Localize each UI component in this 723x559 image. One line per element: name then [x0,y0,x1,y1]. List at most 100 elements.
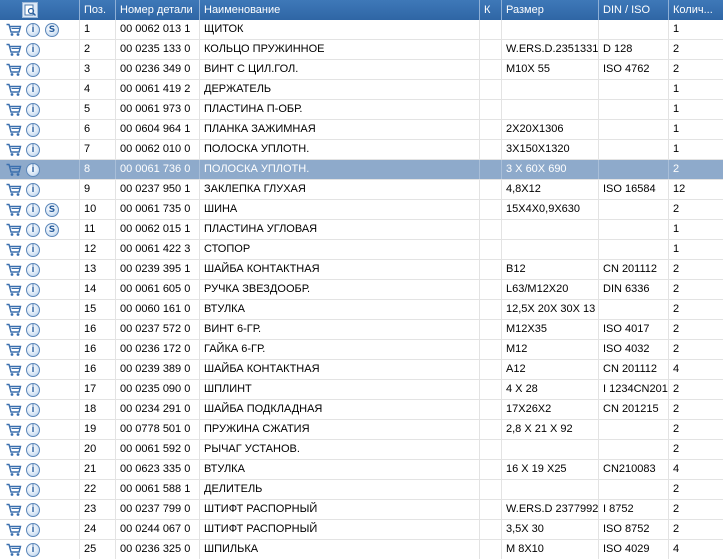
info-icon[interactable]: i [25,262,41,278]
s-icon[interactable]: S [44,222,60,238]
name-cell: ШАЙБА КОНТАКТНАЯ [200,360,480,379]
table-row[interactable]: i 6 00 0604 964 1 ПЛАНКА ЗАЖИМНАЯ 2X20X1306 1 [0,120,723,140]
info-icon[interactable]: i [25,122,41,138]
header-din-iso[interactable]: DIN / ISO [599,0,669,20]
cart-icon[interactable] [6,243,22,259]
cart-icon[interactable] [6,443,22,459]
table-row[interactable]: i 19 00 0778 501 0 ПРУЖИНА СЖАТИЯ 2,8 X 21 X… [0,420,723,440]
table-row[interactable]: i 23 00 0237 799 0 ШТИФТ РАСПОРНЫЙ W.ERS.D 2… [0,500,723,520]
cart-icon[interactable] [6,183,22,199]
info-icon[interactable]: i [25,302,41,318]
cart-icon[interactable] [6,43,22,59]
info-icon[interactable]: i [25,442,41,458]
info-icon[interactable]: i [25,42,41,58]
table-row[interactable]: i 7 00 0062 010 0 ПОЛОСКА УПЛОТН. 3X150X1320… [0,140,723,160]
info-icon[interactable]: i [25,82,41,98]
table-row[interactable]: i 17 00 0235 090 0 ШПЛИНТ 4 X 28 I 1234CN2013… [0,380,723,400]
info-icon[interactable]: i [25,502,41,518]
table-row[interactable]: i 9 00 0237 950 1 ЗАКЛЕПКА ГЛУХАЯ 4,8X12 ISO … [0,180,723,200]
table-row[interactable]: i 20 00 0061 592 0 РЫЧАГ УСТАНОВ. 2 [0,440,723,460]
info-icon[interactable]: i [25,202,41,218]
cart-icon[interactable] [6,283,22,299]
cart-icon[interactable] [6,363,22,379]
header-size[interactable]: Размер [502,0,599,20]
cart-icon[interactable] [6,143,22,159]
info-icon[interactable]: i [25,222,41,238]
cart-icon[interactable] [6,403,22,419]
k-cell [480,240,502,259]
cart-icon[interactable] [6,263,22,279]
table-row[interactable]: i 12 00 0061 422 3 СТОПОР 1 [0,240,723,260]
table-row[interactable]: i S 11 00 0062 015 1 ПЛАСТИНА УГЛОВАЯ 1 [0,220,723,240]
table-row[interactable]: i 16 00 0237 572 0 ВИНТ 6-ГР. M12X35 ISO 4017… [0,320,723,340]
cart-icon[interactable] [6,163,22,179]
cart-icon[interactable] [6,103,22,119]
table-row[interactable]: i 5 00 0061 973 0 ПЛАСТИНА П-ОБР. 1 [0,100,723,120]
table-row[interactable]: i 3 00 0236 349 0 ВИНТ С ЦИЛ.ГОЛ. M10X 55 ISO… [0,60,723,80]
cart-icon[interactable] [6,523,22,539]
cart-icon[interactable] [6,543,22,559]
quantity-cell: 1 [673,223,680,235]
info-icon[interactable]: i [25,362,41,378]
info-icon[interactable]: i [25,322,41,338]
name-cell: ДЕРЖАТЕЛЬ [200,80,480,99]
cart-icon[interactable] [6,63,22,79]
info-icon[interactable]: i [25,182,41,198]
cart-icon[interactable] [6,423,22,439]
cart-icon[interactable] [6,503,22,519]
header-quantity[interactable]: Колич... [669,0,723,20]
header-part-number[interactable]: Номер детали [116,0,200,20]
s-icon[interactable]: S [44,22,60,38]
document-search-icon[interactable] [22,2,38,18]
info-icon[interactable]: i [25,342,41,358]
table-row[interactable]: i 25 00 0236 325 0 ШПИЛЬКА M 8X10 ISO 4029 4 [0,540,723,559]
header-icons-column[interactable] [0,0,80,20]
table-row[interactable]: i 4 00 0061 419 2 ДЕРЖАТЕЛЬ 1 [0,80,723,100]
info-icon[interactable]: i [25,242,41,258]
info-icon[interactable]: i [25,142,41,158]
header-pos[interactable]: Поз. [80,0,116,20]
info-icon[interactable]: i [25,482,41,498]
cart-icon[interactable] [6,23,22,39]
cart-icon[interactable] [6,123,22,139]
info-icon[interactable]: i [25,402,41,418]
cart-icon[interactable] [6,483,22,499]
header-name[interactable]: Наименование [200,0,480,20]
s-icon[interactable]: S [44,202,60,218]
table-row[interactable]: i 15 00 0060 161 0 ВТУЛКА 12,5X 20X 30X 13 2 [0,300,723,320]
info-icon[interactable]: i [25,162,41,178]
table-row[interactable]: i S 10 00 0061 735 0 ШИНА 15X4X0,9X630 2 [0,200,723,220]
info-icon[interactable]: i [25,382,41,398]
info-icon[interactable]: i [25,522,41,538]
info-icon[interactable]: i [25,282,41,298]
cart-icon[interactable] [6,303,22,319]
quantity-cell: 4 [673,363,680,375]
table-row[interactable]: i 21 00 0623 335 0 ВТУЛКА 16 X 19 X25 CN21008… [0,460,723,480]
cart-icon[interactable] [6,223,22,239]
info-icon[interactable]: i [25,462,41,478]
info-icon[interactable]: i [25,422,41,438]
table-row[interactable]: i S 1 00 0062 013 1 ЩИТОК 1 [0,20,723,40]
table-row[interactable]: i 8 00 0061 736 0 ПОЛОСКА УПЛОТН. 3 X 60X 69… [0,160,723,180]
table-row[interactable]: i 13 00 0239 395 1 ШАЙБА КОНТАКТНАЯ B12 CN 20… [0,260,723,280]
table-row[interactable]: i 24 00 0244 067 0 ШТИФТ РАСПОРНЫЙ 3,5X 30 IS… [0,520,723,540]
cart-icon[interactable] [6,343,22,359]
cart-icon[interactable] [6,83,22,99]
cart-icon[interactable] [6,383,22,399]
info-icon[interactable]: i [25,542,41,558]
table-row[interactable]: i 16 00 0239 389 0 ШАЙБА КОНТАКТНАЯ A12 CN 20… [0,360,723,380]
cart-icon[interactable] [6,323,22,339]
quantity-cell: 2 [673,403,680,415]
cart-icon[interactable] [6,203,22,219]
table-row[interactable]: i 22 00 0061 588 1 ДЕЛИТЕЛЬ 2 [0,480,723,500]
din-iso-cell: ISO 16584 [599,180,669,199]
table-row[interactable]: i 18 00 0234 291 0 ШАЙБА ПОДКЛАДНАЯ 17X26X2 C… [0,400,723,420]
cart-icon[interactable] [6,463,22,479]
table-row[interactable]: i 2 00 0235 133 0 КОЛЬЦО ПРУЖИННОЕ W.ERS.D.2… [0,40,723,60]
header-k[interactable]: К [480,0,502,20]
table-row[interactable]: i 16 00 0236 172 0 ГАЙКА 6-ГР. M12 ISO 4032 2 [0,340,723,360]
table-row[interactable]: i 14 00 0061 605 0 РУЧКА ЗВЕЗДООБР. L63/M12X… [0,280,723,300]
info-icon[interactable]: i [25,22,41,38]
info-icon[interactable]: i [25,102,41,118]
info-icon[interactable]: i [25,62,41,78]
